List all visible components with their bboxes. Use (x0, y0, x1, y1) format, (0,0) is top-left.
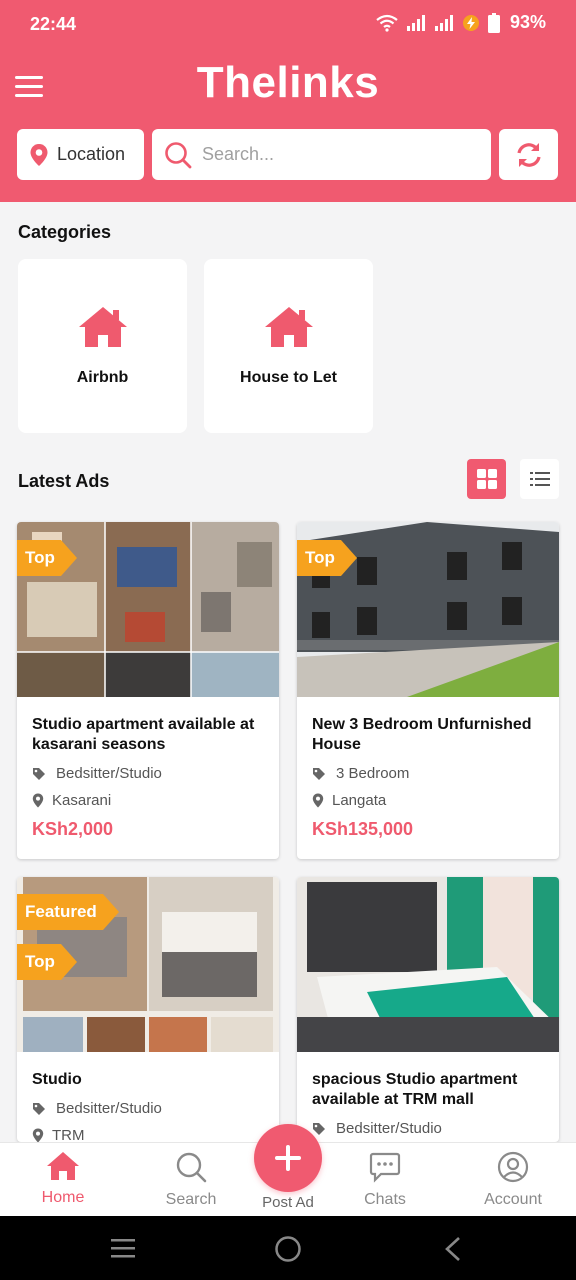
ad-title: New 3 Bedroom Unfurnished House (312, 716, 532, 753)
ad-photo: Top (17, 522, 279, 697)
home-icon (47, 1152, 79, 1180)
ad-title: spacious Studio apartment available at T… (312, 1071, 518, 1108)
nav-chats[interactable]: Chats (335, 1151, 435, 1209)
top-badge: Top (17, 944, 77, 980)
ad-category: 3 Bedroom (312, 765, 544, 782)
tag-icon (313, 767, 325, 780)
list-icon (529, 472, 550, 486)
home-circle-icon[interactable] (274, 1235, 302, 1263)
ad-photo (297, 877, 559, 1052)
nav-label: Home (41, 1189, 85, 1206)
battery-icon (487, 12, 500, 33)
featured-badge: Featured (17, 894, 119, 930)
top-badge: Top (297, 540, 357, 576)
ad-card[interactable]: Featured Top Studio Bedsitter/Studio TRM (17, 877, 279, 1142)
nav-label: Account (484, 1191, 542, 1208)
nav-search[interactable]: Search (141, 1151, 241, 1209)
location-pin-icon (312, 793, 324, 808)
list-view-button[interactable] (520, 459, 559, 499)
category-label: House to Let (240, 369, 337, 386)
ad-photo: Top (297, 522, 559, 697)
status-bar: 22:44 93% (0, 0, 576, 48)
nav-account[interactable]: Account (463, 1151, 563, 1209)
ad-card[interactable]: Top Studio apartment available at kasara… (17, 522, 279, 859)
status-time: 22:44 (30, 14, 77, 34)
post-ad-button[interactable] (254, 1124, 322, 1192)
ad-price: KSh135,000 (312, 819, 414, 839)
wifi-icon (376, 14, 398, 32)
recent-apps-icon[interactable] (109, 1237, 137, 1259)
ad-category: Bedsitter/Studio (32, 1100, 264, 1117)
search-icon (176, 1152, 207, 1183)
chat-icon (369, 1152, 401, 1183)
ad-location: Kasarani (32, 792, 264, 809)
location-pin-icon (30, 143, 48, 166)
grid-view-button[interactable] (467, 459, 506, 499)
nav-label: Search (165, 1191, 217, 1208)
location-pin-icon (32, 1128, 44, 1142)
refresh-icon (516, 142, 541, 167)
ad-price: KSh2,000 (32, 819, 114, 839)
system-nav-bar (0, 1216, 576, 1280)
ad-card[interactable]: spacious Studio apartment available at T… (297, 877, 559, 1142)
category-label: Airbnb (76, 369, 129, 386)
grid-icon (476, 469, 497, 489)
ad-card[interactable]: Top New 3 Bedroom Unfurnished House 3 Be… (297, 522, 559, 859)
charging-icon (462, 14, 479, 31)
location-button[interactable]: Location (17, 129, 144, 180)
top-badge: Top (17, 540, 77, 576)
nav-home[interactable]: Home (13, 1151, 113, 1207)
signal-icon-2 (434, 14, 453, 31)
ad-title: Studio apartment available at kasarani s… (32, 716, 255, 753)
categories-title: Categories (18, 222, 112, 242)
search-input[interactable] (202, 144, 462, 165)
ad-photo: Featured Top (17, 877, 279, 1052)
app-header: 22:44 93% Thelinks Location (0, 0, 576, 202)
nav-label: Chats (364, 1191, 406, 1208)
house-icon (78, 307, 127, 347)
location-label: Location (57, 144, 126, 164)
ad-category: Bedsitter/Studio (32, 765, 264, 782)
category-card-house-to-let[interactable]: House to Let (204, 259, 373, 433)
account-icon (497, 1151, 529, 1183)
tag-icon (33, 1102, 45, 1115)
back-icon[interactable] (443, 1236, 463, 1262)
latest-ads-title: Latest Ads (18, 471, 110, 491)
tag-icon (313, 1122, 325, 1135)
refresh-button[interactable] (499, 129, 558, 180)
search-box[interactable] (152, 129, 491, 180)
battery-percent: 93% (509, 12, 546, 32)
plus-icon (275, 1145, 301, 1171)
signal-icon (406, 14, 425, 31)
app-title: Thelinks (196, 58, 380, 107)
ad-title: Studio (32, 1071, 82, 1088)
post-ad-label: Post Ad (262, 1194, 314, 1211)
location-pin-icon (32, 793, 44, 808)
house-icon (264, 307, 313, 347)
ad-location: TRM (32, 1127, 264, 1142)
ad-location: Langata (312, 792, 544, 809)
tag-icon (33, 767, 45, 780)
status-icons: 93% (376, 12, 546, 33)
search-icon (165, 141, 192, 168)
ad-category: Bedsitter/Studio (312, 1120, 544, 1137)
category-card-airbnb[interactable]: Airbnb (18, 259, 187, 433)
